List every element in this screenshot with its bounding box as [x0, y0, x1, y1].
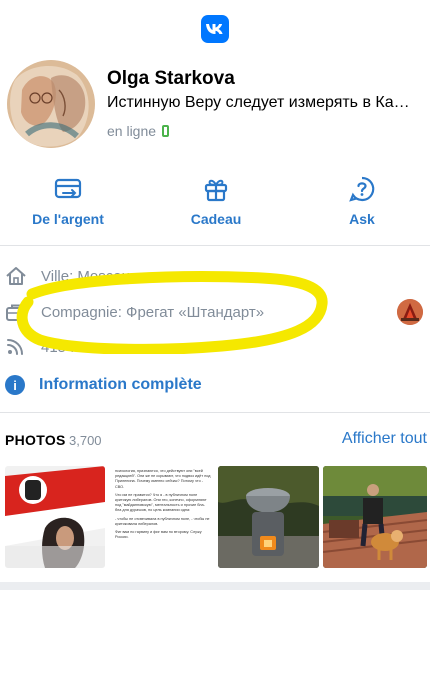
- online-label: en ligne: [107, 123, 157, 139]
- fans-text: 415 fans: [41, 338, 99, 356]
- info-icon: i: [5, 375, 25, 395]
- photo-thumbnail[interactable]: психология, признаются, что действуют он…: [111, 466, 215, 568]
- money-transfer-icon: [54, 178, 82, 199]
- photos-title: PHOTOS: [5, 432, 66, 448]
- briefcase-icon: [6, 304, 26, 321]
- info-city: Ville: Moscou: [5, 264, 130, 288]
- rss-icon: [7, 339, 23, 355]
- gift-label: Cadeau: [190, 211, 242, 227]
- mobile-phone-icon: [162, 125, 170, 137]
- show-all-photos-link[interactable]: Afficher tout: [342, 430, 427, 448]
- profile-actions: De l'argent Cadeau Ask: [0, 175, 430, 235]
- send-money-button[interactable]: De l'argent: [8, 175, 128, 227]
- info-fans[interactable]: 415 fans: [5, 335, 99, 359]
- photos-row: психология, признаются, что действуют он…: [5, 466, 430, 568]
- divider: [0, 245, 430, 246]
- photos-header: PHOTOS 3,700 Afficher tout: [5, 430, 427, 452]
- profile-status[interactable]: Истинную Веру следует измерять в Ка…: [107, 94, 423, 112]
- profile-name: Olga Starkova: [107, 68, 235, 89]
- doc-line: Фиг вам по гарвину и фиг вам по второму.…: [115, 530, 202, 540]
- vk-logo[interactable]: [201, 15, 229, 43]
- vk-logo-icon: [206, 24, 223, 34]
- full-info-label: Information complète: [39, 376, 202, 393]
- home-icon: [6, 267, 26, 285]
- company-avatar[interactable]: [397, 299, 423, 325]
- online-status: en ligne: [107, 123, 170, 139]
- photo-thumbnail[interactable]: [323, 466, 427, 568]
- city-text: Ville: Moscou: [41, 267, 130, 285]
- doc-line: Что им не нравится? Что я - в публичном …: [115, 492, 207, 513]
- photo-thumbnail[interactable]: [218, 466, 319, 568]
- info-company[interactable]: Compagnie: Фрегат «Штандарт»: [5, 300, 264, 324]
- section-separator: [0, 582, 430, 590]
- company-text: Compagnie: Фрегат «Штандарт»: [41, 303, 265, 321]
- profile-header: Olga Starkova Истинную Веру следует изме…: [7, 60, 430, 150]
- send-money-label: De l'argent: [32, 211, 104, 227]
- ask-label: Ask: [349, 211, 375, 227]
- document-text: психология, признаются, что действуют он…: [111, 466, 215, 568]
- gift-button[interactable]: Cadeau: [156, 175, 276, 227]
- divider: [0, 412, 430, 413]
- question-icon: [349, 176, 375, 202]
- doc-line: психология, признаются, что действуют он…: [115, 469, 211, 489]
- gift-icon: [204, 179, 228, 202]
- avatar[interactable]: [7, 60, 95, 148]
- doc-line: - чтобы не отсвечивала в публичном поле,…: [115, 516, 210, 526]
- photos-count: 3,700: [69, 433, 102, 448]
- ask-button[interactable]: Ask: [302, 175, 422, 227]
- photo-thumbnail[interactable]: [5, 466, 105, 568]
- full-info-link[interactable]: i Information complète: [5, 375, 202, 395]
